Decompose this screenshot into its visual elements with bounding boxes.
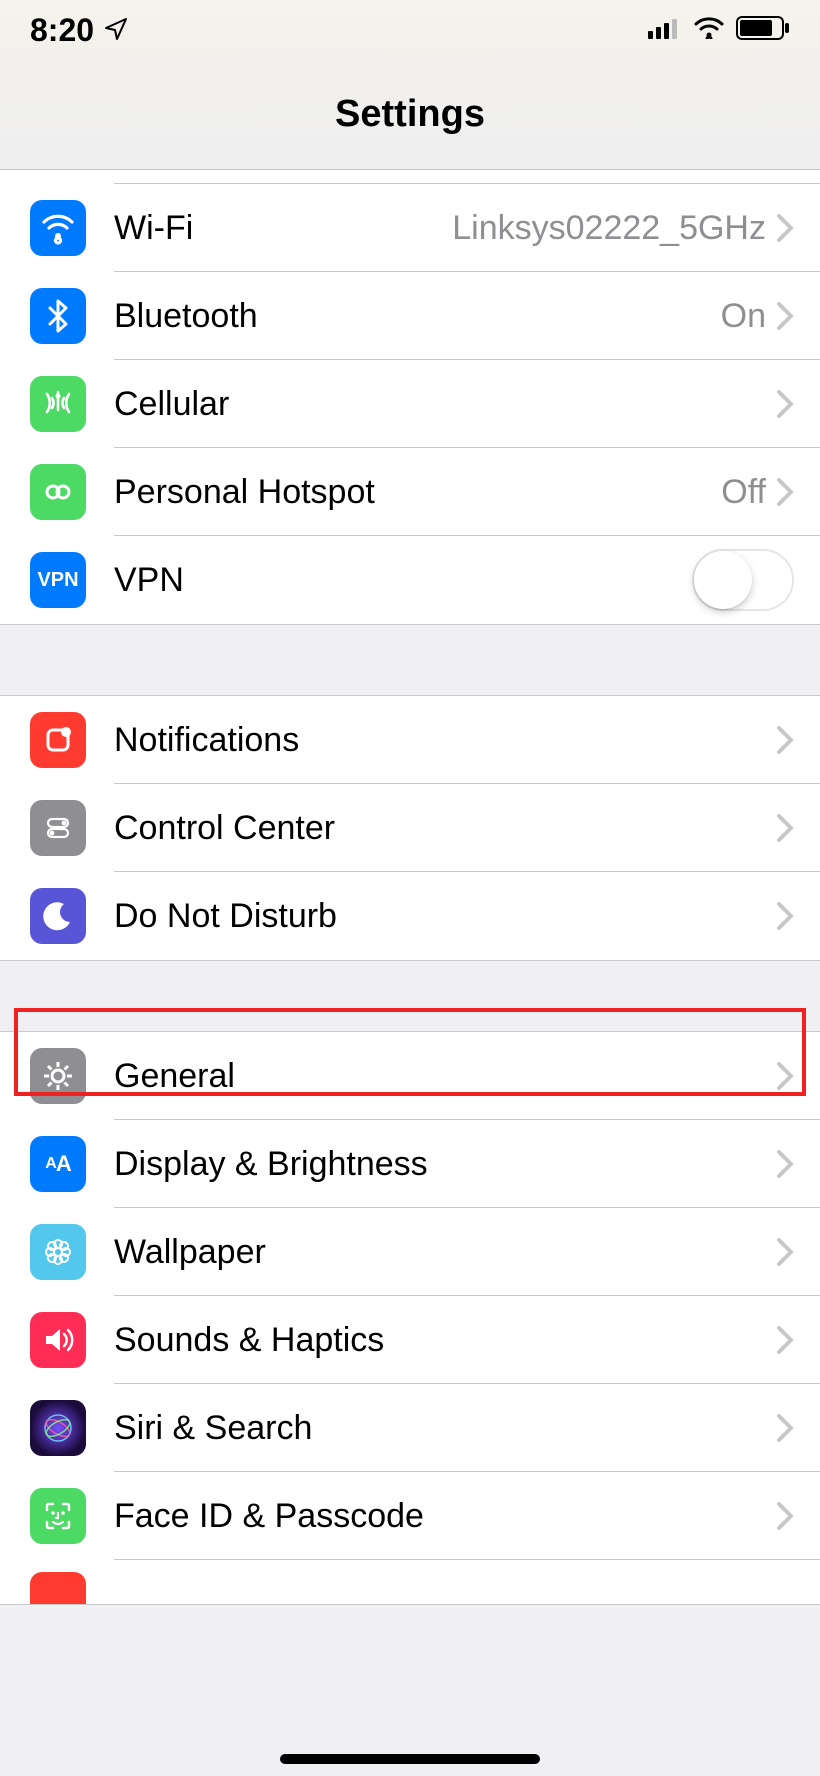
cellular-signal-icon: [648, 17, 682, 44]
row-label: Wi-Fi: [114, 209, 452, 248]
status-left: 8:20: [30, 12, 128, 49]
chevron-right-icon: [776, 901, 794, 931]
status-right: [648, 16, 790, 45]
siri-icon: [30, 1400, 86, 1456]
chevron-right-icon: [776, 1501, 794, 1531]
row-control-center[interactable]: Control Center: [0, 784, 820, 872]
row-label: Bluetooth: [114, 297, 721, 336]
chevron-right-icon: [776, 725, 794, 755]
row-vpn[interactable]: VPN VPN: [0, 536, 820, 624]
row-label: Sounds & Haptics: [114, 1321, 776, 1360]
wallpaper-icon: [30, 1224, 86, 1280]
gear-icon: [30, 1048, 86, 1104]
chevron-right-icon: [776, 1237, 794, 1267]
notifications-icon: [30, 712, 86, 768]
row-detail: Off: [721, 473, 766, 512]
group-general: General AA Display & Brightness Wallpape…: [0, 1031, 820, 1605]
bluetooth-icon: [30, 288, 86, 344]
row-sounds[interactable]: Sounds & Haptics: [0, 1296, 820, 1384]
chevron-right-icon: [776, 1325, 794, 1355]
battery-icon: [736, 16, 790, 45]
row-label: Cellular: [114, 385, 776, 424]
status-bar: 8:20: [0, 0, 820, 60]
row-label: VPN: [114, 561, 692, 600]
row-label: Notifications: [114, 721, 776, 760]
header: Settings: [0, 60, 820, 170]
face-id-icon: [30, 1488, 86, 1544]
control-center-icon: [30, 800, 86, 856]
chevron-right-icon: [776, 813, 794, 843]
vpn-icon: VPN: [30, 552, 86, 608]
row-label: Display & Brightness: [114, 1145, 776, 1184]
row-partial-bottom: [0, 1560, 820, 1604]
vpn-toggle[interactable]: [692, 549, 794, 611]
row-partial-top: [114, 170, 820, 184]
row-label: Do Not Disturb: [114, 897, 776, 936]
sounds-icon: [30, 1312, 86, 1368]
chevron-right-icon: [776, 301, 794, 331]
chevron-right-icon: [776, 477, 794, 507]
row-siri[interactable]: Siri & Search: [0, 1384, 820, 1472]
hotspot-icon: [30, 464, 86, 520]
group-notifications: Notifications Control Center Do Not Dist…: [0, 695, 820, 961]
chevron-right-icon: [776, 1061, 794, 1091]
row-detail: On: [721, 297, 766, 336]
wifi-status-icon: [694, 17, 724, 44]
chevron-right-icon: [776, 213, 794, 243]
wifi-icon: [30, 200, 86, 256]
row-wifi[interactable]: Wi-Fi Linksys02222_5GHz: [0, 184, 820, 272]
row-detail: Linksys02222_5GHz: [452, 209, 766, 248]
page-title: Settings: [335, 93, 485, 136]
cellular-icon: [30, 376, 86, 432]
chevron-right-icon: [776, 1149, 794, 1179]
home-indicator[interactable]: [280, 1754, 540, 1764]
row-bluetooth[interactable]: Bluetooth On: [0, 272, 820, 360]
row-label: Siri & Search: [114, 1409, 776, 1448]
location-icon: [104, 12, 128, 49]
row-general[interactable]: General: [0, 1032, 820, 1120]
display-icon: AA: [30, 1136, 86, 1192]
sos-icon: [30, 1572, 86, 1604]
row-label: Face ID & Passcode: [114, 1497, 776, 1536]
settings-screen: 8:20 Settings Wi-Fi Lin: [0, 0, 820, 1776]
group-connectivity: Wi-Fi Linksys02222_5GHz Bluetooth On Cel…: [0, 170, 820, 625]
moon-icon: [30, 888, 86, 944]
row-label: Personal Hotspot: [114, 473, 721, 512]
row-cellular[interactable]: Cellular: [0, 360, 820, 448]
row-label: Wallpaper: [114, 1233, 776, 1272]
status-time: 8:20: [30, 12, 94, 49]
row-dnd[interactable]: Do Not Disturb: [0, 872, 820, 960]
row-display[interactable]: AA Display & Brightness: [0, 1120, 820, 1208]
row-label: Control Center: [114, 809, 776, 848]
row-label: General: [114, 1057, 776, 1096]
chevron-right-icon: [776, 1413, 794, 1443]
chevron-right-icon: [776, 389, 794, 419]
row-wallpaper[interactable]: Wallpaper: [0, 1208, 820, 1296]
row-notifications[interactable]: Notifications: [0, 696, 820, 784]
row-faceid[interactable]: Face ID & Passcode: [0, 1472, 820, 1560]
row-hotspot[interactable]: Personal Hotspot Off: [0, 448, 820, 536]
